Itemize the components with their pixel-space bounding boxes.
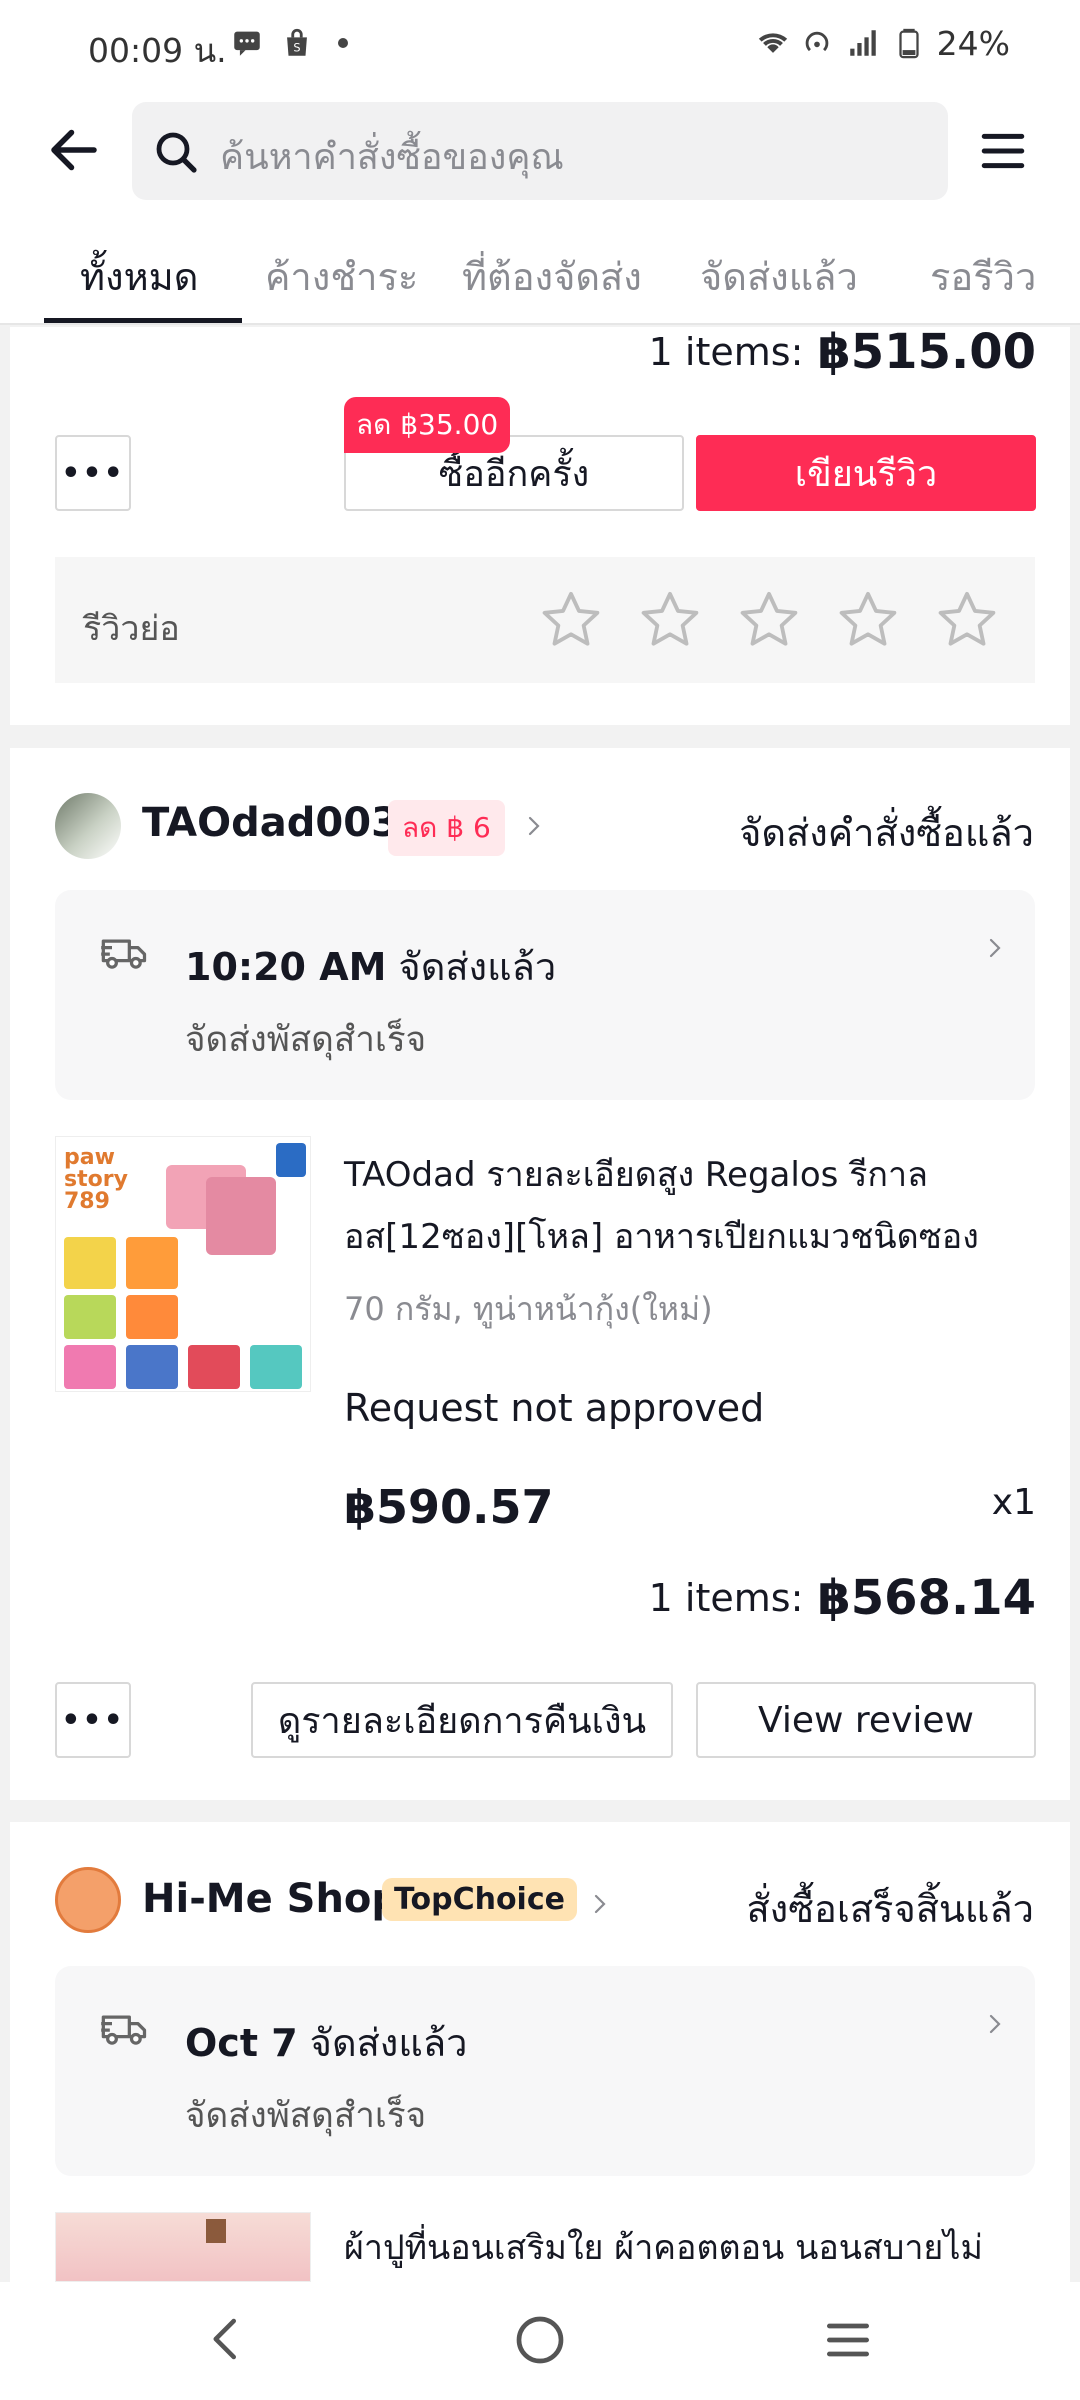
write-review-button[interactable]: เขียนรีวิว	[696, 435, 1036, 511]
nav-recents-icon[interactable]	[820, 2312, 876, 2368]
menu-icon[interactable]	[978, 126, 1028, 176]
tab-to-ship[interactable]: ที่ต้องจัดส่ง	[462, 246, 642, 307]
delivery-status: จัดส่งแล้ว	[398, 945, 557, 989]
product-title-line-1: TAOdad รายละเอียดสูง Regalos รีกาล	[344, 1155, 928, 1195]
active-tab-indicator	[44, 318, 242, 323]
svg-text:S: S	[293, 41, 300, 55]
order-total: ฿568.14	[817, 1570, 1036, 1626]
delivery-headline: 10:20 AM จัดส่งแล้ว	[185, 936, 556, 997]
tab-shipped[interactable]: จัดส่งแล้ว	[700, 246, 858, 307]
notification-dot	[338, 38, 348, 48]
chevron-right-icon[interactable]	[588, 1892, 612, 1916]
message-icon	[234, 31, 260, 56]
chevron-right-icon	[989, 2014, 1001, 2034]
quick-review-box: รีวิวย่อ	[55, 557, 1035, 683]
quick-review-label: รีวิวย่อ	[83, 609, 180, 649]
search-input[interactable]: ค้นหาคำสั่งซื้อของคุณ	[132, 102, 948, 200]
product-title[interactable]: ผ้าปูที่นอนเสริมใย ผ้าคอตตอน นอนสบายไม่	[344, 2220, 983, 2274]
delivery-status: จัดส่งแล้ว	[309, 2021, 468, 2065]
product-quantity: x1	[991, 1482, 1036, 1523]
product-title[interactable]: TAOdad รายละเอียดสูง Regalos รีกาล อส[12…	[344, 1144, 1024, 1268]
chevron-right-icon[interactable]	[522, 814, 546, 838]
product-title-line-2: อส[12ซอง][โหล] อาหารเปียกแมวชนิดซอง	[344, 1217, 979, 1257]
header: ค้นหาคำสั่งซื้อของคุณ	[0, 90, 1080, 210]
order-total-row: 1 items: ฿515.00	[648, 324, 1036, 380]
battery-icon	[899, 28, 919, 59]
shop-name[interactable]: Hi-Me Shop	[142, 1876, 400, 1922]
shop-avatar[interactable]	[55, 793, 121, 859]
product-image-brand: paw story 789	[64, 1145, 128, 1214]
discount-badge: ลด ฿ 6	[388, 800, 505, 856]
star-icon[interactable]	[637, 587, 703, 653]
truck-icon	[101, 939, 147, 969]
delivery-time: Oct 7	[185, 2020, 298, 2065]
items-label: 1 items:	[648, 330, 804, 374]
order-status: สั่งซื้อเสร็จสิ้นแล้ว	[746, 1887, 1034, 1931]
promo-tag: ลด ฿35.00	[344, 397, 511, 453]
battery-level: 24%	[936, 24, 1010, 63]
system-nav-bar	[0, 2282, 1080, 2400]
refund-details-button[interactable]: ดูรายละเอียดการคืนเงิน	[251, 1682, 673, 1758]
wifi-icon	[758, 33, 788, 53]
nav-home-icon[interactable]	[512, 2312, 568, 2368]
view-review-button[interactable]: View review	[696, 1682, 1036, 1758]
tab-unpaid[interactable]: ค้างชำระ	[265, 246, 418, 307]
order-total-row: 1 items: ฿568.14	[649, 1568, 1036, 1628]
delivery-info-box[interactable]: Oct 7 จัดส่งแล้ว จัดส่งพัสดุสำเร็จ	[55, 1966, 1035, 2176]
more-options-button[interactable]: •••	[55, 1682, 131, 1758]
star-icon[interactable]	[736, 587, 802, 653]
tab-all[interactable]: ทั้งหมด	[80, 246, 198, 307]
more-options-button[interactable]: •••	[55, 435, 131, 511]
shop-name[interactable]: TAOdad003	[142, 800, 399, 846]
order-card-3: Hi-Me Shop TopChoice สั่งซื้อเสร็จสิ้นแล…	[10, 1822, 1070, 2282]
back-arrow-icon[interactable]	[44, 120, 104, 180]
signal-icon	[850, 30, 876, 56]
product-price: ฿590.57	[344, 1480, 554, 1534]
hotspot-icon	[805, 31, 829, 52]
nav-back-icon[interactable]	[200, 2312, 254, 2366]
order-status: จัดส่งคำสั่งซื้อแล้ว	[739, 811, 1034, 855]
items-label: 1 items:	[648, 1576, 804, 1620]
order-card-1: 1 items: ฿515.00 ••• ซื้ออีกครั้ง ลด ฿35…	[10, 324, 1070, 725]
shop-bag-icon: S	[287, 28, 307, 56]
truck-icon	[101, 2015, 147, 2045]
top-choice-badge: TopChoice	[382, 1878, 577, 1921]
delivery-time: 10:20 AM	[185, 944, 387, 989]
star-icon[interactable]	[835, 587, 901, 653]
tab-to-review[interactable]: รอรีวิว	[930, 246, 1036, 307]
shop-avatar[interactable]	[55, 1867, 121, 1933]
product-image[interactable]	[55, 2212, 311, 2282]
product-image[interactable]: paw story 789	[55, 1136, 311, 1392]
order-card-2: TAOdad003 ลด ฿ 6 จัดส่งคำสั่งซื้อแล้ว 10…	[10, 748, 1070, 1800]
order-tabs: ทั้งหมด ค้างชำระ ที่ต้องจัดส่ง จัดส่งแล้…	[0, 210, 1080, 325]
delivery-info-box[interactable]: 10:20 AM จัดส่งแล้ว จัดส่งพัสดุสำเร็จ	[55, 890, 1035, 1100]
order-total: ฿515.00	[817, 324, 1036, 380]
search-icon	[156, 132, 197, 173]
status-bar: 00:09 น. S 24%	[0, 0, 1080, 90]
star-icon[interactable]	[934, 587, 1000, 653]
request-status: Request not approved	[344, 1386, 765, 1430]
product-variant: 70 กรัม, ทูน่าหน้ากุ้ง(ใหม่)	[344, 1290, 713, 1328]
chevron-right-icon	[989, 938, 1001, 958]
search-placeholder: ค้นหาคำสั่งซื้อของคุณ	[220, 137, 564, 178]
delivery-sub: จัดส่งพัสดุสำเร็จ	[185, 1020, 427, 1060]
delivery-sub: จัดส่งพัสดุสำเร็จ	[185, 2096, 427, 2136]
star-icon[interactable]	[538, 587, 604, 653]
delivery-headline: Oct 7 จัดส่งแล้ว	[185, 2012, 467, 2073]
status-time: 00:09 น.	[88, 31, 227, 70]
